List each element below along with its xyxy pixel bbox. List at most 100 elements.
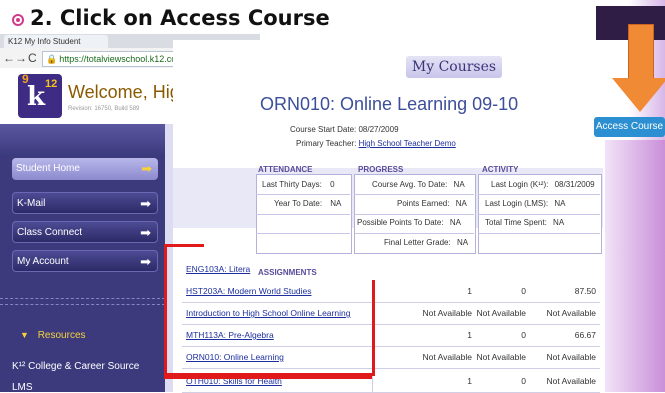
cell-value: NA (553, 218, 565, 227)
table-cell: 1 (467, 330, 472, 340)
browser-tab-label: K12 My Info Student (8, 37, 81, 46)
cell-label: Last Thirty Days: (262, 180, 322, 189)
sidebar-item-label: Student Home (16, 163, 80, 174)
grid-line (256, 194, 350, 195)
cell-value: 08/31/2009 (554, 180, 595, 189)
cell-label: Course Avg. To Date: (372, 180, 448, 189)
table-cell: Not Available (546, 352, 596, 362)
attendance-last-thirty: Last Thirty Days: 0 (262, 180, 335, 189)
cell-label: Last Login (LMS): (485, 199, 549, 208)
lms-link[interactable]: LMS (12, 382, 33, 393)
sidebar-item-label: K-Mail (17, 198, 46, 209)
reload-icon[interactable]: C (28, 51, 37, 65)
sidebar-item-my-account[interactable]: My Account ➡ (12, 250, 158, 272)
highlight-box-top (164, 244, 204, 247)
grid-line (478, 233, 600, 234)
cell-value: NA (449, 218, 461, 227)
highlight-box-bottom (164, 373, 375, 376)
arrow-right-icon: ➡ (141, 161, 152, 176)
arrow-right-icon: ➡ (140, 225, 151, 240)
cell-label: Points Earned: (397, 199, 450, 208)
grid-line (478, 194, 600, 195)
table-cell: Not Available (546, 308, 596, 318)
cell-value: NA (456, 238, 469, 247)
cell-label: Total Time Spent: (485, 218, 547, 227)
k12-logo: 9 k 12 (18, 72, 62, 118)
grid-line (256, 214, 350, 215)
grid-line (256, 233, 350, 234)
sidebar-item-label: Class Connect (17, 227, 83, 238)
browser-tab[interactable]: K12 My Info Student (4, 35, 108, 48)
forward-icon[interactable]: → (15, 51, 27, 65)
table-cell: Not Available (546, 376, 596, 386)
cell-value: NA (330, 199, 342, 208)
activity-last-login-lms: Last Login (LMS): NA (485, 199, 566, 208)
sidebar-item-student-home[interactable]: Student Home ➡ (12, 158, 158, 180)
progress-possible-points: Possible Points To Date: NA (357, 218, 461, 227)
lock-icon: 🔒 (46, 54, 58, 64)
slide-step-text: 2. Click on Access Course (30, 6, 330, 30)
arrow-down-shaft (628, 24, 654, 84)
table-cell: Not Available (422, 352, 472, 362)
activity-last-login-k12: Last Login (K¹²): 08/31/2009 (491, 180, 595, 189)
slide-purple-gradient (605, 140, 665, 392)
progress-points-earned: Points Earned: NA (397, 199, 467, 208)
college-career-link[interactable]: K¹² College & Career Source (12, 361, 139, 372)
access-course-button[interactable]: Access Course (594, 117, 665, 137)
progress-heading: PROGRESS (358, 165, 404, 174)
tab-my-courses[interactable]: My Courses (406, 56, 502, 78)
table-cell: Not Available (476, 352, 526, 362)
cell-value: NA (453, 180, 465, 189)
table-cell: 1 (467, 286, 472, 296)
highlight-box-left (164, 244, 372, 379)
cell-label: Final Letter Grade: (384, 238, 451, 247)
start-date-label: Course Start Date: (290, 125, 357, 134)
sidebar-divider (0, 298, 165, 300)
course-start-date: Course Start Date: 08/27/2009 (290, 125, 399, 134)
course-title: ORN010: Online Learning 09-10 (260, 94, 519, 114)
sidebar-item-class-connect[interactable]: Class Connect ➡ (12, 221, 158, 243)
teacher-label: Primary Teacher: (296, 139, 357, 148)
teacher-link[interactable]: High School Teacher Demo (359, 139, 456, 148)
revision-text: Revision: 16750, Build 589 (68, 106, 140, 112)
grid-line (354, 214, 474, 215)
triangle-down-icon: ▼ (20, 330, 29, 340)
start-date-value: 08/27/2009 (358, 125, 399, 134)
table-cell: Not Available (476, 308, 526, 318)
grid-line (354, 233, 474, 234)
cell-value: NA (554, 199, 566, 208)
arrow-right-icon: ➡ (140, 196, 151, 211)
cell-value: 0 (330, 180, 335, 189)
table-cell: 1 (467, 376, 472, 386)
sidebar-item-label: My Account (17, 256, 69, 267)
arrow-right-icon: ➡ (140, 254, 151, 269)
highlight-box-right (372, 280, 375, 376)
slide-title: 2. Click on Access Course (12, 6, 330, 30)
cell-label: Last Login (K¹²): (491, 180, 549, 189)
back-icon[interactable]: ← (3, 51, 15, 65)
table-cell: Not Available (422, 308, 472, 318)
grid-line (354, 194, 474, 195)
attendance-heading: ATTENDANCE (258, 165, 313, 174)
cell-label: Year To Date: (274, 199, 323, 208)
attendance-ytd: Year To Date: NA (274, 199, 341, 208)
table-cell: 0 (521, 376, 526, 386)
sidebar-item-kmail[interactable]: K-Mail ➡ (12, 192, 158, 214)
grid-line (478, 214, 600, 215)
bullet-icon (12, 14, 24, 26)
table-cell: 66.67 (574, 330, 596, 340)
activity-total-time: Total Time Spent: NA (485, 218, 564, 227)
sidebar-top-gradient (0, 124, 165, 156)
table-cell: 0 (521, 330, 526, 340)
activity-heading: ACTIVITY (482, 165, 519, 174)
progress-final-grade: Final Letter Grade: NA (384, 238, 468, 247)
table-cell: 87.50 (574, 286, 596, 296)
sidebar-divider (0, 304, 165, 306)
progress-course-avg: Course Avg. To Date: NA (372, 180, 465, 189)
sidebar-item-label: Resources (37, 330, 86, 341)
cell-label: Possible Points To Date: (357, 218, 444, 227)
table-cell: 0 (521, 286, 526, 296)
sidebar-item-resources[interactable]: ▼ Resources (20, 330, 86, 341)
primary-teacher: Primary Teacher: High School Teacher Dem… (296, 139, 456, 148)
cell-value: NA (455, 199, 467, 208)
